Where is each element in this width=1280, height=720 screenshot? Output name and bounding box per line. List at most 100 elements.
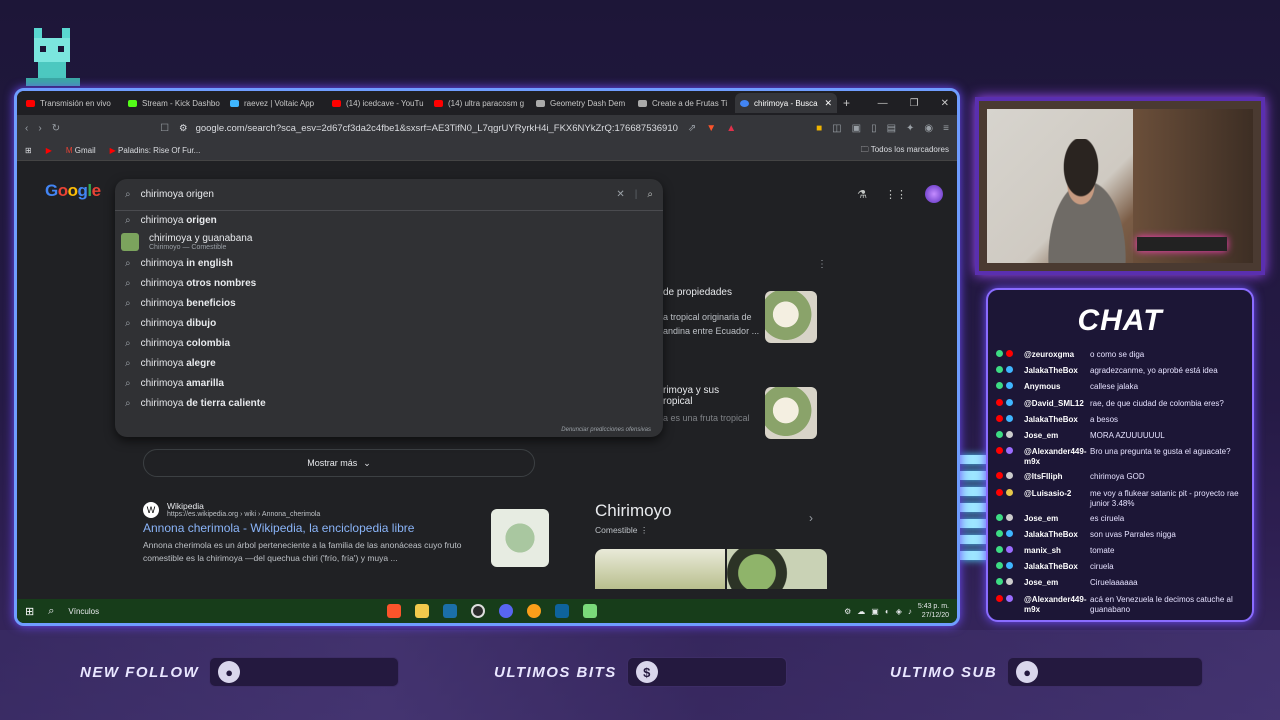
network-icon[interactable]: ◈: [896, 607, 902, 616]
kp-image[interactable]: [595, 549, 725, 589]
badge-icon: [1006, 430, 1013, 438]
tray-icon[interactable]: ◐: [885, 607, 890, 616]
platform-icon: [996, 546, 1003, 554]
tab[interactable]: Geometry Dash Dem: [531, 93, 633, 113]
tray-icon[interactable]: ⚙: [844, 607, 851, 616]
clear-icon[interactable]: ✕: [616, 189, 624, 200]
suggestion-item[interactable]: ⌕ chirimoya colombia: [115, 333, 663, 353]
platform-icon: [996, 513, 1003, 521]
platform-icon: [996, 366, 1003, 374]
wiki-thumbnail[interactable]: [491, 509, 549, 567]
maximize-icon[interactable]: ❐: [910, 98, 919, 109]
platform-icon: [996, 562, 1003, 570]
search-icon[interactable]: ⌕: [48, 605, 54, 618]
vpn-icon[interactable]: ◉: [924, 123, 933, 134]
wallet-icon[interactable]: ▤: [887, 123, 896, 134]
ultimo-sub-label: ULTIMO SUB: [890, 663, 998, 681]
chat-panel: CHAT @zeuroxgma o como se diga JalakaTheBo…: [986, 288, 1254, 622]
result-title-link[interactable]: Annona cherimola - Wikipedia, la enciclo…: [143, 521, 483, 535]
search-icon: ⌕: [125, 278, 131, 290]
url-field[interactable]: ⚙ google.com/search?sca_esv=2d67cf3da2c4f…: [179, 123, 678, 134]
tab-label: Transmisión en vivo: [40, 98, 111, 108]
steam-icon[interactable]: [443, 604, 458, 618]
extension-icon[interactable]: ■: [816, 123, 822, 134]
chat-badges: [996, 382, 1024, 390]
discord-icon[interactable]: [499, 604, 514, 618]
apps-icon[interactable]: ⊞: [25, 146, 32, 155]
rewards-icon[interactable]: ▲: [726, 123, 736, 134]
leo-icon[interactable]: ✦: [906, 123, 914, 134]
search-submit-icon[interactable]: ⌕: [647, 189, 653, 200]
kp-image[interactable]: [727, 549, 827, 589]
apps-grid-icon[interactable]: ⋮⋮: [885, 188, 907, 201]
suggestion-item[interactable]: chirimoya y guanabana Chirimoyo — Comesti…: [115, 231, 663, 254]
all-bookmarks[interactable]: 🗀 Todos los marcadores: [861, 144, 949, 158]
suggestion-item[interactable]: ⌕ chirimoya dibujo: [115, 314, 663, 334]
tab[interactable]: (14) icedcave - YouTu: [327, 93, 429, 113]
brave-shield-icon[interactable]: ▼: [706, 123, 716, 134]
new-tab-button[interactable]: +: [843, 96, 850, 110]
clock[interactable]: 5:43 p. m. 27/12/20: [918, 602, 949, 620]
tab[interactable]: raevez | Voltaic App: [225, 93, 327, 113]
suggestion-item[interactable]: ⌕ chirimoya de tierra caliente: [115, 393, 663, 413]
report-predictions-link[interactable]: Denunciar predicciones ofensivas: [561, 427, 651, 433]
extension-icon[interactable]: ▣: [852, 123, 861, 134]
share-icon[interactable]: ⇗: [688, 123, 696, 134]
suggestion-item[interactable]: ⌕ chirimoya otros nombres: [115, 274, 663, 294]
more-options-icon[interactable]: ⋮: [640, 525, 649, 535]
obs-icon[interactable]: [471, 604, 486, 618]
site-info-icon[interactable]: ⚙: [179, 123, 188, 134]
vscode-icon[interactable]: [555, 604, 570, 618]
volume-icon[interactable]: ♪: [908, 607, 912, 616]
tab[interactable]: (14) ultra paracosm g: [429, 93, 531, 113]
extension-icon[interactable]: ◫: [832, 123, 841, 134]
minimize-icon[interactable]: —: [878, 98, 888, 109]
suggestion-item[interactable]: ⌕ chirimoya beneficios: [115, 294, 663, 314]
tab-active[interactable]: chirimoya - Busca ✕: [735, 93, 837, 113]
forward-icon[interactable]: ›: [38, 123, 41, 134]
new-follow-widget: NEW FOLLOW ●: [80, 655, 400, 689]
bookmark-gmail[interactable]: M Gmail: [66, 146, 96, 155]
chevron-right-icon[interactable]: ›: [809, 511, 813, 525]
tab[interactable]: Create a de Frutas Ti: [633, 93, 735, 113]
suggestion-item[interactable]: ⌕ chirimoya in english: [115, 254, 663, 274]
close-tab-icon[interactable]: ✕: [824, 98, 832, 109]
suggestion-base: chirimoya: [140, 258, 187, 270]
back-icon[interactable]: ‹: [25, 123, 28, 134]
chirimoya-thumbnail[interactable]: [765, 387, 817, 439]
suggestion-item[interactable]: ⌕ chirimoya amarilla: [115, 373, 663, 393]
file-explorer-icon[interactable]: [415, 604, 430, 618]
tab[interactable]: Stream - Kick Dashbo: [123, 93, 225, 113]
chat-badges: [996, 488, 1024, 496]
google-logo[interactable]: Google: [45, 181, 101, 201]
bookmark-paladins[interactable]: ▶ Paladins: Rise Of Fur...: [110, 146, 201, 155]
tab-label: raevez | Voltaic App: [244, 98, 315, 108]
tab[interactable]: Transmisión en vivo: [21, 93, 123, 113]
sidebar-icon[interactable]: ▯: [871, 123, 877, 134]
suggestion-item[interactable]: ⌕ chirimoya alegre: [115, 353, 663, 373]
labs-icon[interactable]: ⚗: [857, 188, 867, 201]
system-tray: ⚙ ☁ ▣ ◐ ◈ ♪ 5:43 p. m. 27/12/20: [844, 602, 949, 620]
app-icon[interactable]: [583, 604, 598, 618]
chirimoya-thumbnail[interactable]: [765, 291, 817, 343]
suggestion-item[interactable]: ⌕ chirimoya origen: [115, 211, 663, 231]
close-window-icon[interactable]: ✕: [941, 98, 949, 109]
taskbar-search-label[interactable]: Vínculos: [68, 607, 99, 616]
reload-icon[interactable]: ↻: [52, 123, 60, 134]
search-input[interactable]: chirimoya origen: [141, 189, 607, 200]
overwatch-icon[interactable]: [527, 604, 542, 618]
show-more-button[interactable]: Mostrar más ⌄: [143, 449, 535, 477]
avatar[interactable]: [925, 185, 943, 203]
tray-icon[interactable]: ▣: [871, 607, 879, 616]
menu-icon[interactable]: ≡: [943, 123, 949, 134]
bookmark-icon[interactable]: ☐: [160, 123, 169, 134]
new-follow-label: NEW FOLLOW: [80, 663, 200, 681]
youtube-bookmark-icon[interactable]: ▶: [46, 146, 52, 155]
platform-icon: [996, 472, 1003, 480]
brave-icon[interactable]: [387, 604, 402, 618]
chat-text: callese jalaka: [1090, 382, 1139, 392]
tray-icon[interactable]: ☁: [857, 607, 865, 616]
windows-start-icon[interactable]: ⊞: [25, 605, 34, 618]
more-options-icon[interactable]: ⋮: [817, 259, 827, 270]
chat-username: Jose_em: [1024, 430, 1059, 440]
